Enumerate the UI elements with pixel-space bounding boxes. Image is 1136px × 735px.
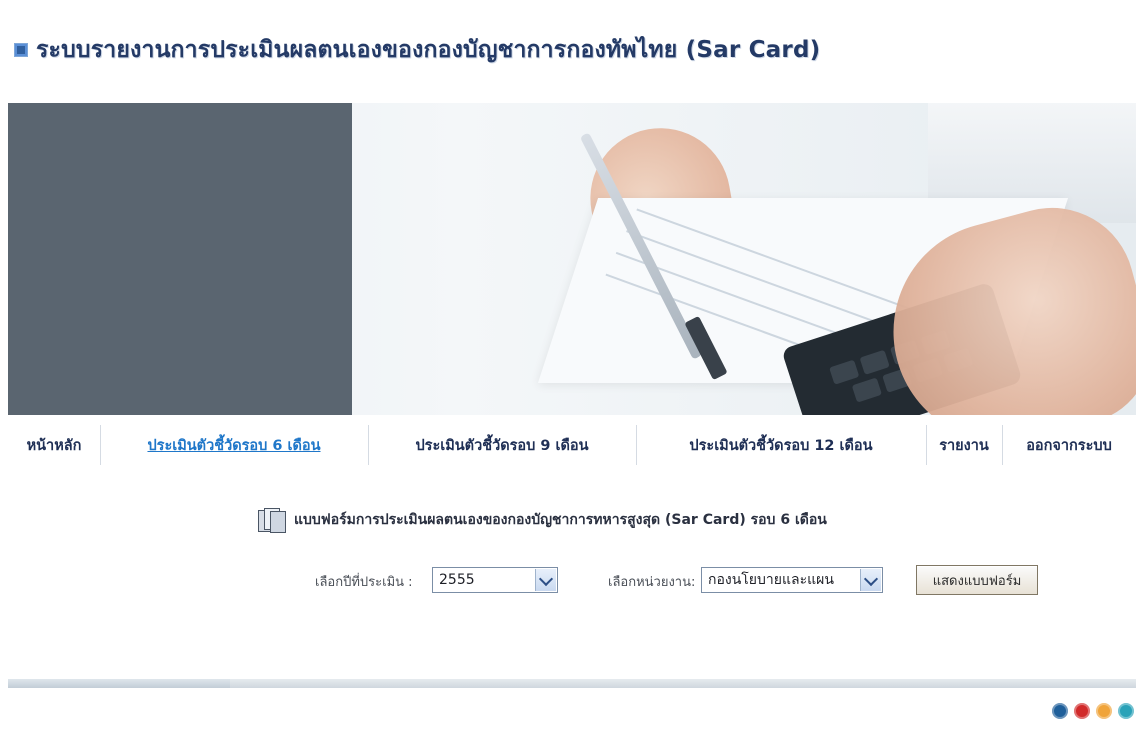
unit-select[interactable]: กองนโยบายและแผน [701,567,883,593]
year-select-dropdown-button[interactable] [535,569,556,591]
square-bullet-icon [14,43,28,57]
footer-line [8,679,1136,688]
year-select[interactable]: 2555 [432,567,558,593]
nav-item-evaluate-9-months[interactable]: ประเมินตัวชี้วัดรอบ 9 เดือน [368,426,636,464]
nav-item-home[interactable]: หน้าหลัก [8,426,100,464]
nav-divider [926,425,927,465]
unit-select-label: เลือกหน่วยงาน: [608,575,696,590]
nav-divider [636,425,637,465]
main-nav: หน้าหลัก ประเมินตัวชี้วัดรอบ 6 เดือน ประ… [8,426,1136,464]
calculator-key [829,359,860,385]
banner-dark-panel [8,103,352,415]
nav-divider [1002,425,1003,465]
status-dot-icon [1074,703,1090,719]
chevron-down-icon [863,571,879,586]
nav-item-reports[interactable]: รายงาน [926,426,1002,464]
status-dot-icon [1096,703,1112,719]
footer-dots [1052,703,1134,719]
form-title-text: แบบฟอร์มการประเมินผลตนเองของกองบัญชาการท… [294,512,827,528]
calculator-key [851,377,883,403]
nav-divider [100,425,101,465]
calculator-key [859,349,890,375]
chevron-down-icon [538,571,554,586]
page-sheet-shape [270,511,286,533]
year-select-label: เลือกปีที่ประเมิน : [315,575,413,590]
nav-item-logout[interactable]: ออกจากระบบ [1002,426,1136,464]
form-controls-row: เลือกปีที่ประเมิน : 2555 เลือกหน่วยงาน: … [0,565,1136,595]
page-title: ระบบรายงานการประเมินผลตนเองของกองบัญชากา… [36,37,821,63]
form-title: แบบฟอร์มการประเมินผลตนเองของกองบัญชาการท… [258,505,827,535]
nav-item-evaluate-6-months[interactable]: ประเมินตัวชี้วัดรอบ 6 เดือน [100,426,368,464]
status-dot-icon [1052,703,1068,719]
unit-select-value[interactable]: กองนโยบายและแผน [702,569,860,591]
stack-of-pages-icon [258,508,286,533]
nav-item-evaluate-12-months[interactable]: ประเมินตัวชี้วัดรอบ 12 เดือน [636,426,926,464]
year-select-value[interactable]: 2555 [433,572,535,588]
nav-divider [368,425,369,465]
header: ระบบรายงานการประเมินผลตนเองของกองบัญชากา… [14,30,820,70]
unit-select-dropdown-button[interactable] [860,569,881,591]
status-dot-icon [1118,703,1134,719]
header-banner [8,103,1136,415]
show-form-button[interactable]: แสดงแบบฟอร์ม [916,565,1038,595]
